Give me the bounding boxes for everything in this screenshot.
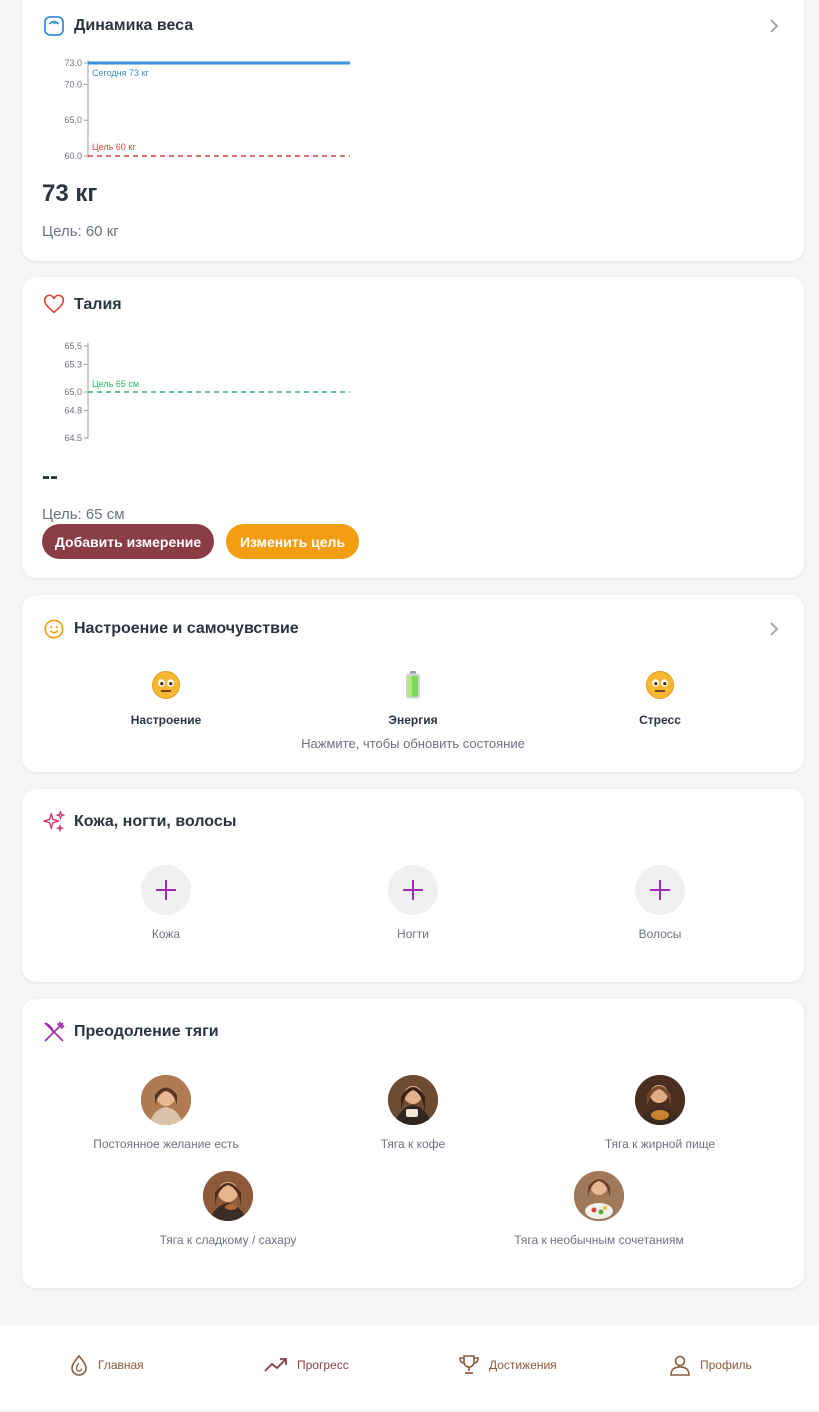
mood-title: Настроение и самочувствие — [74, 620, 299, 637]
weight-card[interactable]: Динамика веса 73.0 70.0 65.0 60.0 Сегодня 7… — [22, 0, 804, 261]
craving-item[interactable]: Постоянное желание есть — [46, 1075, 286, 1151]
nav-item-profile[interactable]: Профиль — [668, 1353, 752, 1377]
beauty-item-hair[interactable]: Волосы — [580, 865, 740, 941]
plus-icon — [403, 880, 423, 900]
battery-icon — [406, 671, 420, 699]
weight-chart: 73.0 70.0 65.0 60.0 Сегодня 73 кг Цель 60 к… — [22, 0, 804, 170]
craving-photo — [388, 1075, 438, 1125]
waist-goal-label: Цель 65 см — [92, 379, 139, 389]
nav-item-progress[interactable]: Прогресс — [263, 1353, 349, 1377]
craving-item[interactable]: Тяга к жирной пище — [540, 1075, 780, 1151]
trending-up-icon — [264, 1358, 287, 1372]
waist-y-tick-label: 64.5 — [64, 433, 82, 443]
user-icon — [670, 1355, 690, 1376]
plus-icon — [156, 880, 176, 900]
craving-photo — [574, 1171, 624, 1221]
nav-label: Профиль — [700, 1358, 752, 1372]
waist-y-tick-label: 64.8 — [64, 405, 82, 415]
stress-item-label: Стресс — [639, 713, 681, 727]
nav-item-home[interactable]: Главная — [68, 1353, 144, 1377]
bottom-nav: Главная Прогресс Достижения Профиль — [0, 1325, 819, 1409]
waist-value: -- — [42, 463, 58, 490]
skin-label: Кожа — [151, 927, 181, 941]
craving-label: Постоянное желание есть — [93, 1137, 239, 1151]
weight-y-tick-label: 73.0 — [64, 58, 82, 68]
chevron-right-icon[interactable] — [766, 621, 782, 637]
beauty-item-skin[interactable]: Кожа — [86, 865, 246, 941]
cravings-title: Преодоление тяги — [74, 1023, 219, 1040]
craving-label: Тяга к жирной пище — [604, 1137, 716, 1151]
mood-item-label: Настроение — [130, 713, 202, 727]
nav-label: Главная — [98, 1358, 144, 1372]
weight-y-tick-label: 70.0 — [64, 79, 82, 89]
weight-y-tick-label: 65.0 — [64, 115, 82, 125]
nav-label: Прогресс — [297, 1358, 349, 1372]
nav-item-achievements[interactable]: Достижения — [457, 1353, 557, 1377]
waist-card: Талия 65.5 65.3 65.0 64.8 64.5 Цель 65 см --… — [22, 277, 804, 578]
weight-today-label: Сегодня 73 кг — [92, 68, 149, 78]
craving-photo — [141, 1075, 191, 1125]
weight-y-tick-label: 60.0 — [64, 151, 82, 161]
add-hair-button[interactable] — [635, 865, 685, 915]
craving-item[interactable]: Тяга к сладкому / сахару — [108, 1171, 348, 1247]
waist-y-tick-label: 65.5 — [64, 341, 82, 351]
nails-label: Ногти — [397, 927, 429, 941]
beauty-item-nails[interactable]: Ногти — [333, 865, 493, 941]
cravings-card: Преодоление тяги Постоянное желание есть… — [22, 999, 804, 1288]
utensils-icon — [42, 1020, 66, 1044]
craving-label: Тяга к кофе — [380, 1137, 446, 1151]
mood-item-stress[interactable]: Стресс — [580, 670, 740, 727]
change-goal-button[interactable]: Изменить цель — [226, 524, 359, 559]
craving-item[interactable]: Тяга к кофе — [293, 1075, 533, 1151]
craving-label: Тяга к необычным сочетаниям — [514, 1233, 684, 1247]
neutral-face-icon — [646, 671, 674, 699]
weight-goal: Цель: 60 кг — [42, 223, 119, 240]
drop-icon — [71, 1354, 87, 1376]
add-nails-button[interactable] — [388, 865, 438, 915]
add-skin-button[interactable] — [141, 865, 191, 915]
waist-goal: Цель: 65 см — [42, 506, 125, 523]
trophy-icon — [459, 1355, 479, 1374]
beauty-card-header: Кожа, ногти, волосы — [42, 810, 236, 834]
cravings-card-header: Преодоление тяги — [42, 1020, 219, 1044]
hair-label: Волосы — [638, 927, 682, 941]
waist-y-tick-label: 65.0 — [64, 387, 82, 397]
craving-item[interactable]: Тяга к необычным сочетаниям — [479, 1171, 719, 1247]
mood-item-mood[interactable]: Настроение — [86, 670, 246, 727]
plus-icon — [650, 880, 670, 900]
mood-card-header: Настроение и самочувствие — [42, 617, 299, 641]
waist-y-tick-label: 65.3 — [64, 359, 82, 369]
add-measurement-button[interactable]: Добавить измерение — [42, 524, 214, 559]
waist-chart: 65.5 65.3 65.0 64.8 64.5 Цель 65 см — [22, 277, 804, 457]
craving-photo — [203, 1171, 253, 1221]
neutral-face-icon — [152, 671, 180, 699]
energy-item-label: Энергия — [388, 713, 438, 727]
mood-item-energy[interactable]: Энергия — [333, 670, 493, 727]
beauty-card: Кожа, ногти, волосы Кожа Ногти Волосы — [22, 789, 804, 982]
weight-goal-label: Цель 60 кг — [92, 142, 136, 152]
craving-label: Тяга к сладкому / сахару — [159, 1233, 297, 1247]
beauty-title: Кожа, ногти, волосы — [74, 813, 237, 830]
craving-photo — [635, 1075, 685, 1125]
smile-icon — [42, 617, 66, 641]
sparkles-icon — [42, 810, 66, 834]
mood-hint: Нажмите, чтобы обновить состояние — [301, 736, 525, 751]
mood-card[interactable]: Настроение и самочувствие Настроение Эне… — [22, 595, 804, 772]
weight-value: 73 кг — [42, 180, 98, 207]
nav-label: Достижения — [489, 1358, 557, 1372]
